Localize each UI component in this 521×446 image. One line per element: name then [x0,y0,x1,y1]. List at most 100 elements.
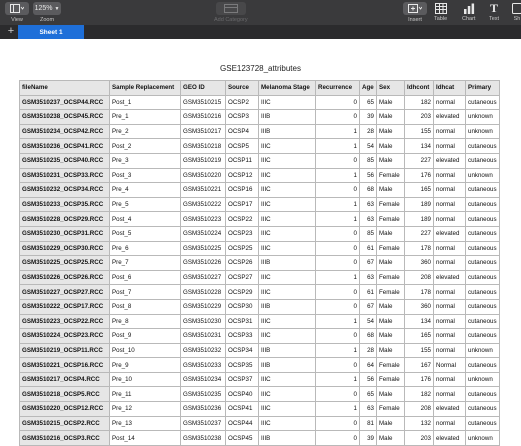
row-header-cell[interactable]: GSM3510221_OCSP16.RCC [20,358,110,373]
table-cell[interactable]: unknown [466,372,500,387]
table-cell[interactable]: OCSP16 [226,183,259,198]
data-table[interactable]: fileNameSample ReplacementGEO IDSourceMe… [19,80,500,446]
table-cell[interactable]: GSM3510221 [181,183,226,198]
table-cell[interactable]: Female [377,358,405,373]
table-row[interactable]: GSM3510220_OCSP12.RCCPre_12GSM3510236OCS… [20,402,500,417]
table-row[interactable]: GSM3510234_OCSP42.RCCPre_2GSM3510217OCSP… [20,124,500,139]
row-header-cell[interactable]: GSM3510216_OCSP3.RCC [20,431,110,446]
table-cell[interactable]: Post_6 [110,270,181,285]
table-cell[interactable]: OCSP35 [226,358,259,373]
table-row[interactable]: GSM3510228_OCSP29.RCCPost_4GSM3510223OCS… [20,212,500,227]
table-cell[interactable]: cutaneous [466,241,500,256]
table-cell[interactable]: 0 [316,110,360,125]
table-cell[interactable]: 85 [360,226,377,241]
table-cell[interactable]: 176 [405,372,434,387]
table-cell[interactable]: 39 [360,110,377,125]
table-cell[interactable]: Pre_13 [110,416,181,431]
table-cell[interactable]: 54 [360,139,377,154]
table-cell[interactable]: Pre_5 [110,197,181,212]
row-header-cell[interactable]: GSM3510229_OCSP30.RCC [20,241,110,256]
table-cell[interactable]: IIIB [259,431,316,446]
table-cell[interactable]: elevated [434,431,466,446]
table-row[interactable]: GSM3510217_OCSP4.RCCPre_10GSM3510234OCSP… [20,372,500,387]
table-cell[interactable]: 189 [405,197,434,212]
table-cell[interactable]: Pre_11 [110,387,181,402]
table-cell[interactable]: 178 [405,285,434,300]
table-cell[interactable]: 0 [316,256,360,271]
zoom-select[interactable]: 125% ▼ [33,2,61,15]
table-cell[interactable]: IIIC [259,285,316,300]
table-cell[interactable]: Male [377,256,405,271]
table-cell[interactable]: cutaneous [466,197,500,212]
table-cell[interactable]: OCSP37 [226,372,259,387]
table-cell[interactable]: cutaneous [466,416,500,431]
table-cell[interactable]: 0 [316,153,360,168]
table-cell[interactable]: 203 [405,431,434,446]
row-header-cell[interactable]: GSM3510215_OCSP2.RCC [20,416,110,431]
table-cell[interactable]: 203 [405,110,434,125]
table-cell[interactable]: GSM3510215 [181,95,226,110]
text-control[interactable]: T Text [488,2,500,22]
insert-button[interactable] [403,2,427,15]
table-cell[interactable]: IIIB [259,343,316,358]
table-cell[interactable]: Male [377,299,405,314]
table-title[interactable]: GSE123728_attributes [0,64,521,73]
table-cell[interactable]: 1 [316,270,360,285]
table-cell[interactable]: Pre_2 [110,124,181,139]
table-cell[interactable]: GSM3510238 [181,431,226,446]
table-cell[interactable]: OCSP11 [226,153,259,168]
insert-control[interactable]: Insert [403,2,427,23]
table-cell[interactable]: normal [434,314,466,329]
table-cell[interactable]: 1 [316,139,360,154]
table-cell[interactable]: IIIC [259,402,316,417]
table-cell[interactable]: normal [434,299,466,314]
table-row[interactable]: GSM3510222_OCSP17.RCCPost_8GSM3510229OCS… [20,299,500,314]
table-cell[interactable]: Post_7 [110,285,181,300]
table-cell[interactable]: elevated [434,110,466,125]
table-cell[interactable]: 81 [360,416,377,431]
table-cell[interactable]: elevated [434,270,466,285]
table-cell[interactable]: elevated [434,153,466,168]
table-cell[interactable]: 167 [405,358,434,373]
table-cell[interactable]: 1 [316,168,360,183]
table-cell[interactable]: GSM3510216 [181,110,226,125]
table-cell[interactable]: Male [377,329,405,344]
table-cell[interactable]: 28 [360,343,377,358]
table-row[interactable]: GSM3510227_OCSP27.RCCPost_7GSM3510228OCS… [20,285,500,300]
table-cell[interactable]: GSM3510226 [181,256,226,271]
row-header-cell[interactable]: GSM3510218_OCSP5.RCC [20,387,110,402]
table-row[interactable]: GSM3510216_OCSP3.RCCPost_14GSM3510238OCS… [20,431,500,446]
table-cell[interactable]: normal [434,387,466,402]
table-cell[interactable]: OCSP17 [226,197,259,212]
table-cell[interactable]: 0 [316,329,360,344]
table-cell[interactable]: cutaneous [466,358,500,373]
table-cell[interactable]: IIIC [259,183,316,198]
table-row[interactable]: GSM3510219_OCSP11.RCCPost_10GSM3510232OC… [20,343,500,358]
table-cell[interactable]: Post_5 [110,226,181,241]
table-cell[interactable]: 134 [405,139,434,154]
table-cell[interactable]: OCSP22 [226,212,259,227]
table-cell[interactable]: cutaneous [466,329,500,344]
table-row[interactable]: GSM3510223_OCSP22.RCCPre_8GSM3510230OCSP… [20,314,500,329]
table-row[interactable]: GSM3510233_OCSP35.RCCPre_5GSM3510222OCSP… [20,197,500,212]
shape-control[interactable]: Sh [511,2,521,22]
table-cell[interactable]: GSM3510228 [181,285,226,300]
table-cell[interactable]: Post_1 [110,95,181,110]
table-cell[interactable]: cutaneous [466,183,500,198]
table-cell[interactable]: 39 [360,431,377,446]
table-cell[interactable]: 132 [405,416,434,431]
table-cell[interactable]: IIIC [259,270,316,285]
table-cell[interactable]: cutaneous [466,299,500,314]
table-cell[interactable]: Post_2 [110,139,181,154]
table-cell[interactable]: normal [434,329,466,344]
table-cell[interactable]: normal [434,183,466,198]
table-cell[interactable]: 134 [405,314,434,329]
table-cell[interactable]: GSM3510223 [181,212,226,227]
table-cell[interactable]: 61 [360,241,377,256]
table-cell[interactable]: 176 [405,168,434,183]
table-row[interactable]: GSM3510226_OCSP26.RCCPost_6GSM3510227OCS… [20,270,500,285]
table-cell[interactable]: Post_9 [110,329,181,344]
table-cell[interactable]: 0 [316,226,360,241]
column-header[interactable]: Sample Replacement [110,81,181,96]
table-cell[interactable]: GSM3510232 [181,343,226,358]
